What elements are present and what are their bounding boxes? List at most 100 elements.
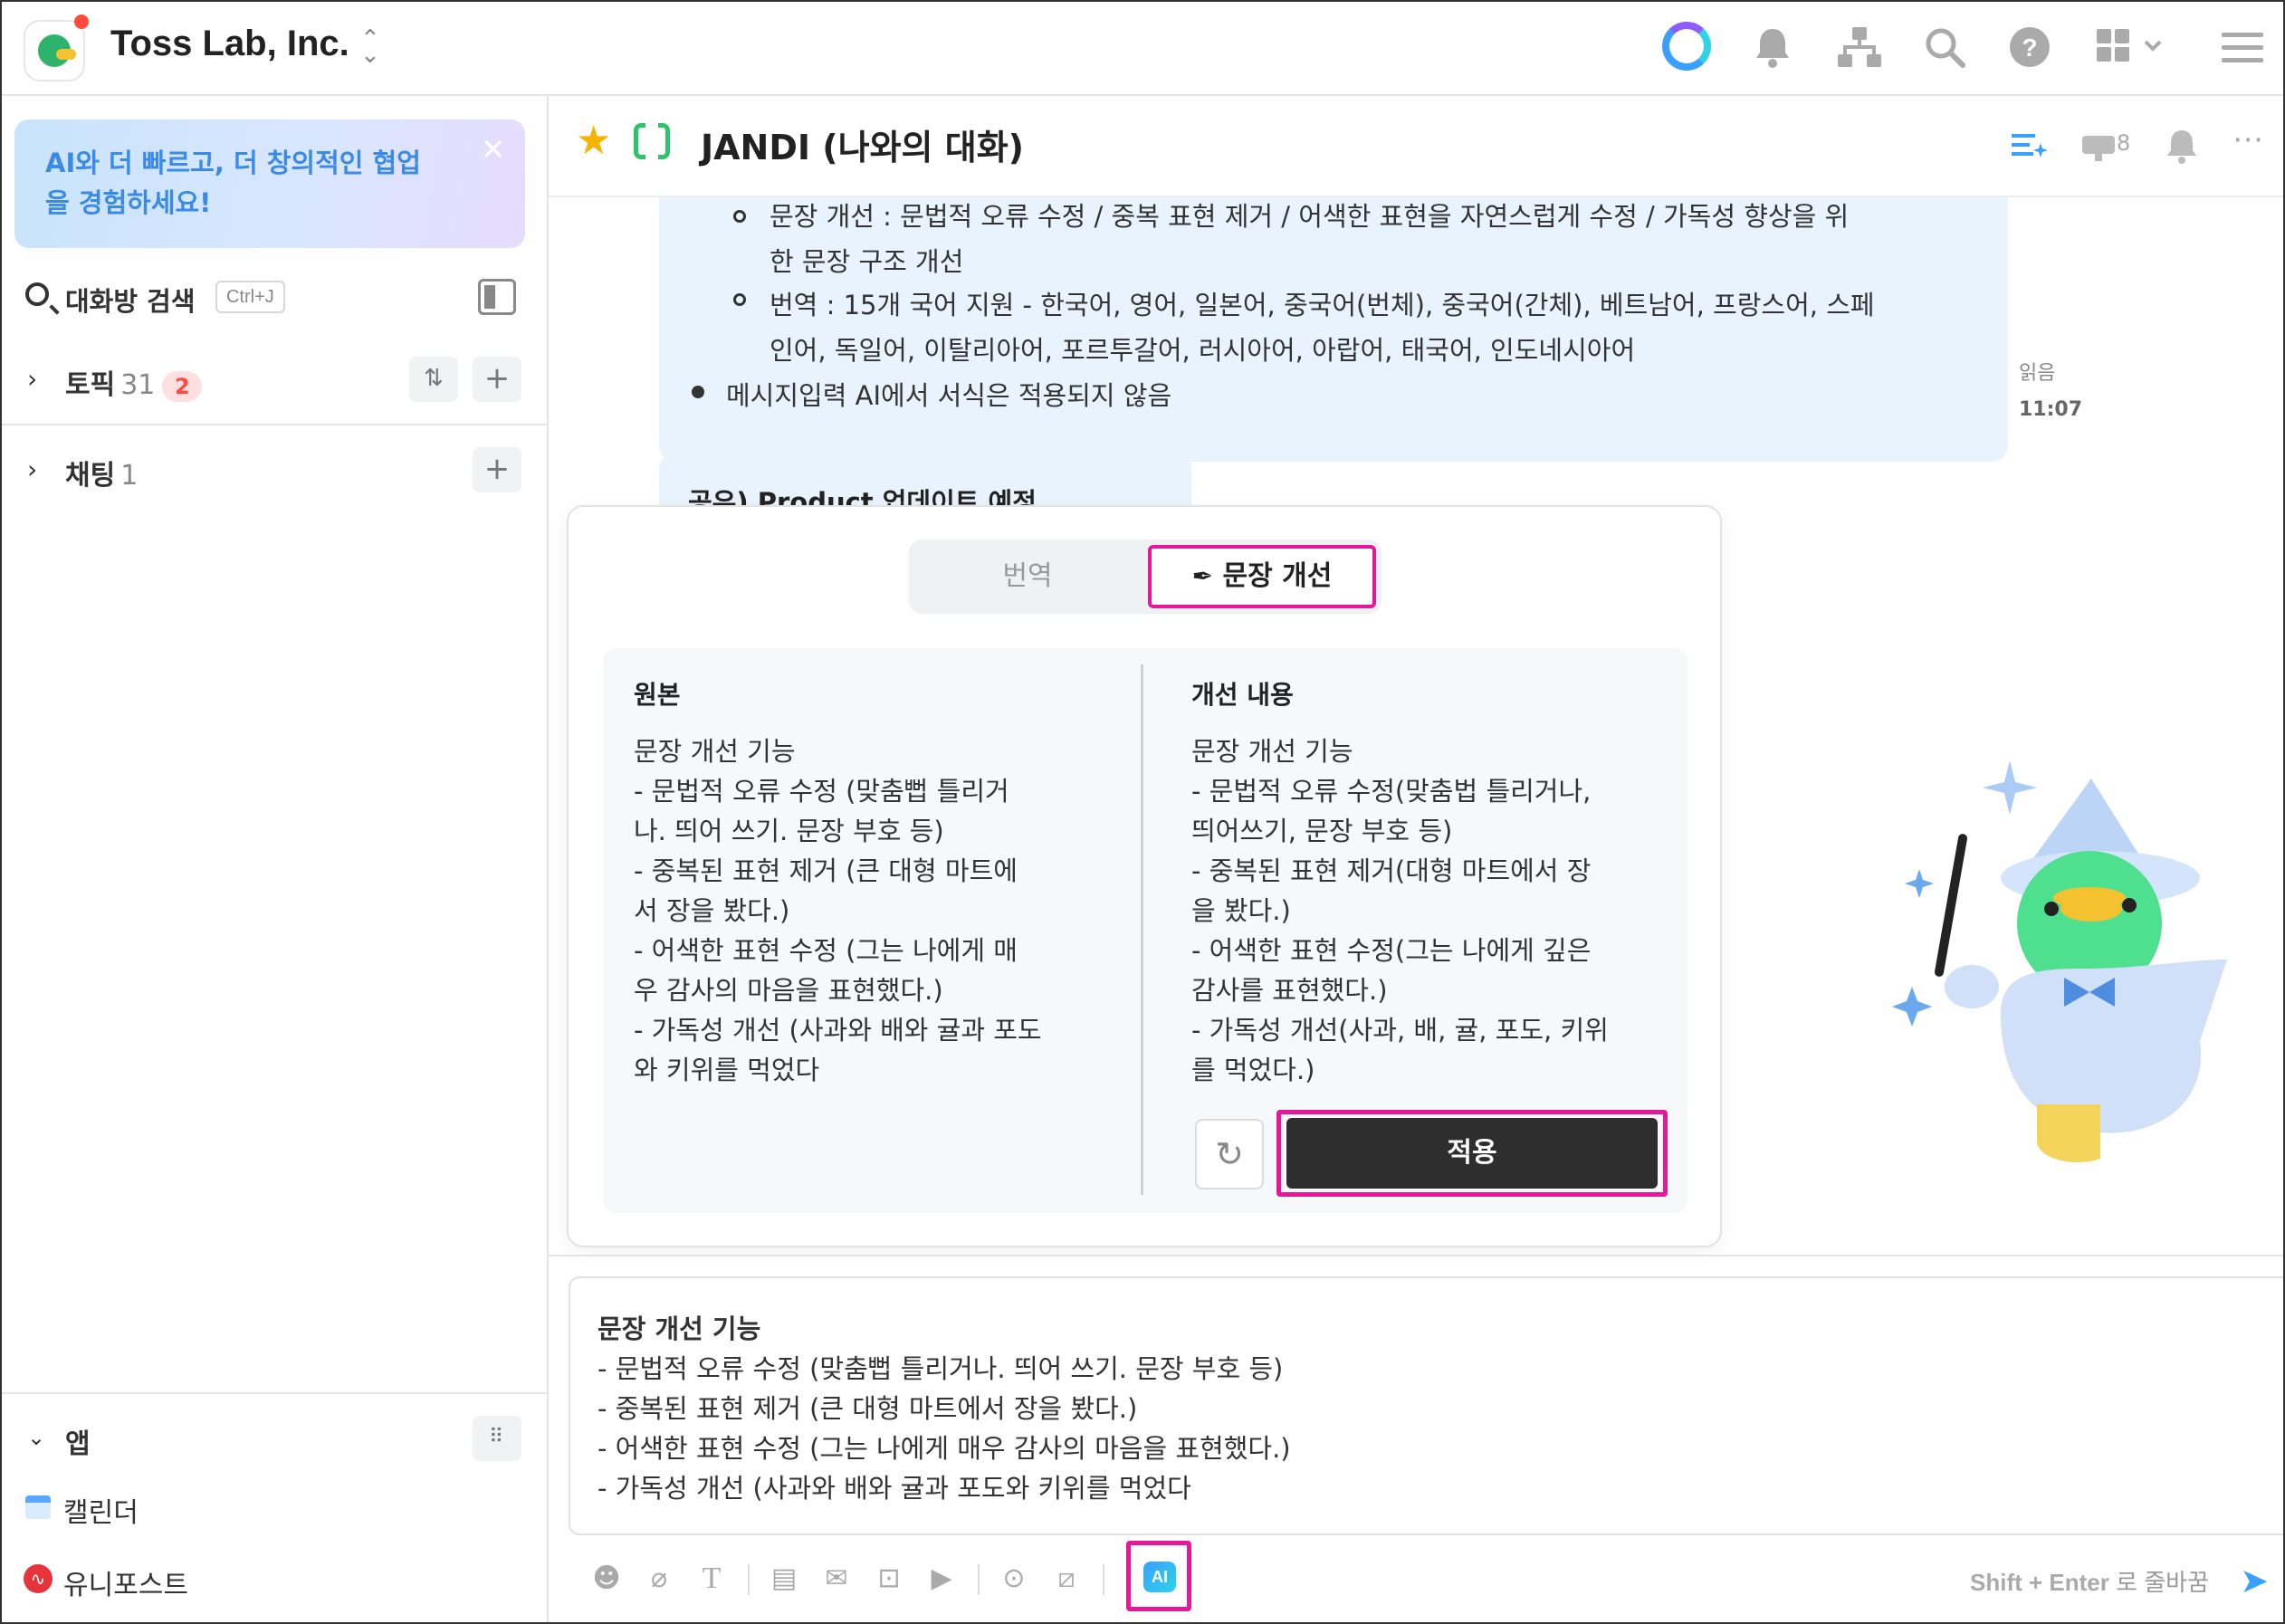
topics-count: 31: [120, 369, 156, 401]
bell-icon[interactable]: [1745, 20, 1800, 74]
chevron-right-icon: ›: [27, 364, 38, 394]
chat-header: ★ JANDI (나와의 대화) 8 ⋯: [549, 96, 2283, 197]
message-bubble[interactable]: 문장 개선 : 문법적 오류 수정 / 중복 표현 제거 / 어색한 표현을 자…: [659, 197, 2008, 462]
menu-icon[interactable]: [2214, 20, 2269, 74]
chats-label-wrap: 채팅 1: [65, 453, 138, 492]
tab-improve[interactable]: ✒ 문장 개선: [1148, 545, 1376, 608]
search-icon: [25, 282, 49, 306]
apply-highlight: 적용: [1276, 1110, 1668, 1197]
panel-toggle-icon[interactable]: [478, 279, 516, 315]
app-item-calendar[interactable]: 캘린더: [22, 1481, 529, 1530]
screenshot-icon[interactable]: ⊡: [871, 1561, 907, 1597]
hint-key: Shift + Enter: [1970, 1569, 2109, 1596]
app-item-unipost[interactable]: ∿ 유니포스트: [22, 1553, 529, 1602]
top-bar: Toss Lab, Inc. ⌃ ⌄ ?: [2, 2, 2283, 96]
tab-improve-label: 문장 개선: [1222, 560, 1333, 592]
grid-apps-icon[interactable]: [2091, 20, 2173, 74]
ai-promo-banner[interactable]: AI와 더 빠르고, 더 창의적인 협업을 경험하세요! ✕: [14, 119, 525, 248]
message-line: 한 문장 구조 개선: [770, 246, 964, 277]
message-line: 번역 : 15개 국어 지원 - 한국어, 영어, 일본어, 중국어(번체), …: [770, 290, 1875, 320]
add-topic-button[interactable]: +: [473, 357, 521, 402]
pen-icon: ✒: [1191, 561, 1214, 591]
toolbar-divider: [748, 1564, 750, 1595]
sidebar-section-apps[interactable]: ⌄ 앱 ⠿: [22, 1410, 529, 1465]
text-format-icon[interactable]: T: [693, 1561, 730, 1597]
send-icon[interactable]: ➤: [2240, 1561, 2269, 1600]
regenerate-button[interactable]: ↻: [1195, 1119, 1264, 1189]
message-line: 메시지입력 AI에서 서식은 적용되지 않음: [726, 380, 1172, 411]
slash-command-icon[interactable]: ⧄: [1048, 1561, 1085, 1597]
add-chat-button[interactable]: +: [473, 447, 521, 492]
pin-icon[interactable]: [2079, 127, 2118, 163]
ai-mode-tabs: 번역 ✒ 문장 개선: [909, 540, 1382, 614]
topics-label: 토픽: [65, 369, 116, 401]
message-line: 인어, 독일어, 이탈리아어, 포르투갈어, 러시아어, 아랍어, 태국어, 인…: [770, 335, 1636, 366]
chats-label: 채팅: [65, 460, 116, 492]
chevron-down-icon: ⌄: [27, 1425, 46, 1450]
comparison-box: 원본 문장 개선 기능 - 문법적 오류 수정 (맞춤뻡 틀리거 나. 띄어 쓰…: [603, 648, 1687, 1213]
room-search-label: 대화방 검색: [65, 286, 196, 317]
team-logo[interactable]: [24, 14, 89, 81]
more-icon[interactable]: ⋯: [2232, 121, 2265, 158]
team-switch-icon[interactable]: ⌃ ⌄: [360, 27, 380, 67]
emoji-icon[interactable]: ☻: [588, 1561, 625, 1597]
org-chart-icon[interactable]: [1832, 20, 1887, 74]
tab-translate[interactable]: 번역: [909, 540, 1146, 614]
mail-icon[interactable]: ✉: [818, 1561, 855, 1597]
sort-icon[interactable]: ⇅: [409, 357, 458, 402]
original-title: 원본: [634, 680, 681, 710]
input-rest: - 문법적 오류 수정 (맞춤뻡 틀리거나. 띄어 쓰기. 문장 부호 등) -…: [598, 1353, 1291, 1504]
unipost-icon: ∿: [24, 1564, 53, 1593]
sidebar-section-chats[interactable]: › 채팅 1 +: [22, 442, 529, 496]
close-icon[interactable]: ✕: [481, 132, 505, 167]
bullet-icon: [733, 210, 746, 223]
room-icon: [634, 122, 670, 162]
bullet-icon: [692, 386, 704, 398]
apply-button[interactable]: 적용: [1286, 1118, 1658, 1189]
topics-label-wrap: 토픽 31 2: [65, 362, 203, 402]
message-input[interactable]: 문장 개선 기능 - 문법적 오류 수정 (맞춤뻡 틀리거나. 띄어 쓰기. 문…: [569, 1276, 2283, 1535]
line-break-hint: Shift + Enter 로 줄바꿈: [1970, 1564, 2209, 1598]
divider: [2, 424, 547, 425]
ai-assistant-popup: 번역 ✒ 문장 개선 원본 문장 개선 기능 - 문법적 오류 수정 (맞춤뻡 …: [567, 505, 1722, 1247]
message-input-text: 문장 개선 기능 - 문법적 오류 수정 (맞춤뻡 틀리거나. 띄어 쓰기. 문…: [598, 1309, 1291, 1508]
ai-button[interactable]: AI: [1143, 1562, 1176, 1592]
todo-icon[interactable]: ▤: [766, 1561, 802, 1597]
room-search[interactable]: 대화방 검색 Ctrl+J: [22, 275, 529, 319]
calendar-icon: [25, 1495, 51, 1519]
sidebar-section-topics[interactable]: › 토픽 31 2 ⇅ +: [22, 351, 529, 406]
notification-dot: [74, 14, 89, 29]
star-icon[interactable]: ★: [576, 118, 611, 164]
company-name[interactable]: Toss Lab, Inc.: [110, 24, 349, 64]
column-divider: [1141, 664, 1143, 1195]
composer-toolbar: ☻ ⌀ T ▤ ✉ ⊡ ▶ ⊙ ⧄ AI Shift + Enter 로 줄바꿈…: [588, 1541, 2281, 1611]
search-icon[interactable]: [1917, 20, 1972, 74]
app-label: 캘린더: [63, 1497, 139, 1529]
apps-label: 앱: [65, 1428, 91, 1460]
message-time: 11:07: [2019, 398, 2083, 421]
app-grid-icon[interactable]: ⠿: [473, 1416, 521, 1461]
ai-ring-icon[interactable]: [1662, 22, 1711, 71]
chats-count: 1: [120, 460, 139, 492]
unread-badge: 2: [162, 371, 203, 402]
original-text: 문장 개선 기능 - 문법적 오류 수정 (맞춤뻡 틀리거 나. 띄어 쓰기. …: [634, 736, 1042, 1085]
ai-summary-icon[interactable]: [2008, 125, 2048, 165]
banner-text: AI와 더 빠르고, 더 창의적인 협업을 경험하세요!: [45, 148, 421, 218]
attach-icon[interactable]: ⌀: [641, 1561, 677, 1597]
composer-divider: [549, 1255, 2283, 1256]
svg-text:?: ?: [2022, 33, 2037, 62]
notification-bell-icon[interactable]: [2160, 123, 2204, 167]
video-icon[interactable]: ▶: [923, 1561, 960, 1597]
divider: [2, 1392, 547, 1394]
pin-count: 8: [2117, 130, 2131, 156]
shortcut-badge: Ctrl+J: [215, 281, 285, 313]
toolbar-divider: [978, 1564, 980, 1595]
chat-title[interactable]: JANDI (나와의 대화): [701, 119, 1024, 169]
mention-icon[interactable]: ⊙: [996, 1561, 1032, 1597]
bullet-icon: [733, 293, 746, 306]
chevron-right-icon: ›: [27, 454, 38, 484]
help-icon[interactable]: ?: [2003, 20, 2057, 74]
app-label: 유니포스트: [63, 1570, 188, 1601]
wizard-mascot-illustration: [1892, 760, 2227, 1162]
improved-text: 문장 개선 기능 - 문법적 오류 수정(맞춤법 틀리거나, 띄어쓰기, 문장 …: [1191, 736, 1609, 1085]
